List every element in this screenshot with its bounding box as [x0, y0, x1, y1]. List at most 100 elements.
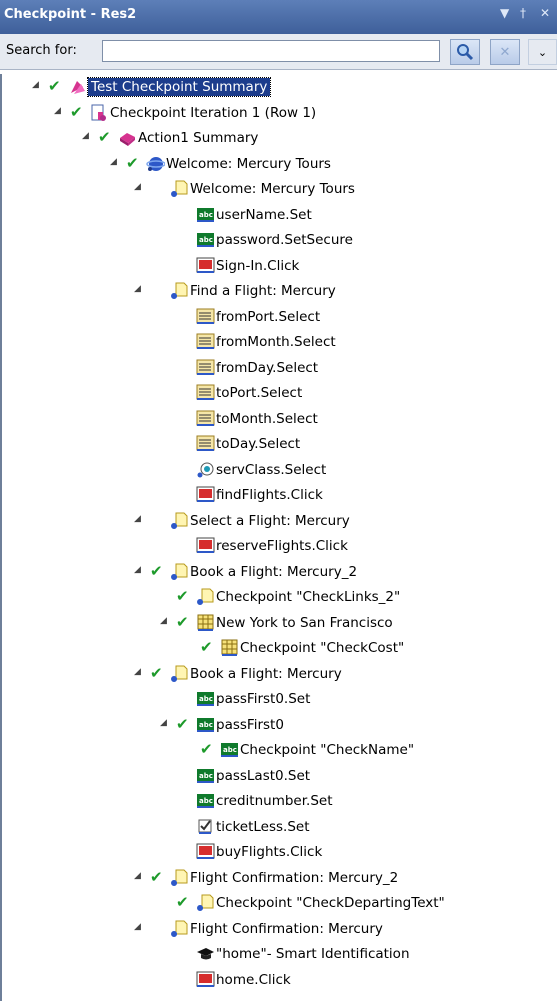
- search-input[interactable]: [102, 40, 440, 62]
- tree-row-label: Checkpoint "CheckLinks_2": [216, 589, 401, 605]
- tree-row-label: Find a Flight: Mercury: [190, 283, 336, 299]
- tree-row[interactable]: reserveFlights.Click: [2, 535, 557, 559]
- tree-row[interactable]: ◢ Find a Flight: Mercury: [2, 280, 557, 304]
- tree-row-label: findFlights.Click: [216, 487, 323, 503]
- tree-row[interactable]: ◢ ✔ Welcome: Mercury Tours: [2, 153, 557, 177]
- search-icon: [457, 44, 474, 61]
- tree-row-label: ticketLess.Set: [216, 818, 310, 835]
- tree-row-label: passFirst0.Set: [216, 691, 311, 707]
- search-options-button[interactable]: ⌄: [528, 39, 557, 65]
- tree-row[interactable]: Sign-In.Click: [2, 255, 557, 279]
- checkbox-icon: [196, 818, 215, 836]
- close-icon[interactable]: ✕: [540, 6, 550, 20]
- svg-text:abc: abc: [199, 695, 213, 703]
- page-icon: [170, 920, 189, 938]
- summary-icon: [68, 78, 87, 96]
- tree-row[interactable]: abc userName.Set: [2, 204, 557, 228]
- tree-row[interactable]: abc passLast0.Set: [2, 765, 557, 789]
- tree-row[interactable]: buyFlights.Click: [2, 841, 557, 865]
- pin-icon[interactable]: †: [520, 6, 526, 20]
- tree-row-label: fromMonth.Select: [216, 334, 336, 350]
- tree-row[interactable]: ◢ ✔ Book a Flight: Mercury_2: [2, 561, 557, 585]
- tree-row[interactable]: ✔ Checkpoint "CheckDepartingText": [2, 892, 557, 916]
- tree-row[interactable]: fromMonth.Select: [2, 331, 557, 355]
- tree-row[interactable]: fromDay.Select: [2, 357, 557, 381]
- tree-row-label: Checkpoint "CheckName": [240, 742, 415, 758]
- list-icon: [196, 333, 215, 351]
- tree-row[interactable]: ◢ ✔ abc passFirst0: [2, 714, 557, 738]
- tree-row[interactable]: ✔ Checkpoint "CheckCost": [2, 637, 557, 661]
- expand-toggle-icon[interactable]: ◢: [32, 80, 42, 90]
- tree-row[interactable]: abc passFirst0.Set: [2, 688, 557, 712]
- tree-row-label: buyFlights.Click: [216, 844, 323, 860]
- svg-text:abc: abc: [199, 236, 213, 244]
- passed-check-icon: ✔: [200, 638, 213, 656]
- chevron-down-icon: ⌄: [537, 45, 548, 59]
- tree-row[interactable]: ◢ Select a Flight: Mercury: [2, 510, 557, 534]
- tree-row-label: Checkpoint Iteration 1 (Row 1): [110, 104, 317, 121]
- tree-row-label: toPort.Select: [216, 385, 303, 401]
- find-button[interactable]: [450, 39, 480, 65]
- tree-row[interactable]: toDay.Select: [2, 433, 557, 457]
- tree-row-label: Welcome: Mercury Tours: [190, 181, 355, 197]
- expand-toggle-icon[interactable]: ◢: [110, 157, 120, 167]
- checkpoint-tree[interactable]: ◢ ✔ Test Checkpoint Summary ◢ ✔ Checkpoint It…: [0, 74, 557, 1001]
- smart-id-icon: [196, 945, 215, 963]
- tree-row[interactable]: ✔ Checkpoint "CheckLinks_2": [2, 586, 557, 610]
- tree-row[interactable]: ◢ ✔ Checkpoint Iteration 1 (Row 1): [2, 102, 557, 126]
- tree-row[interactable]: ◢ ✔ Flight Confirmation: Mercury_2: [2, 867, 557, 891]
- tree-row[interactable]: ✔ abc Checkpoint "CheckName": [2, 739, 557, 763]
- tree-row[interactable]: findFlights.Click: [2, 484, 557, 508]
- expand-toggle-icon[interactable]: ◢: [160, 718, 170, 728]
- tree-row[interactable]: toMonth.Select: [2, 408, 557, 432]
- image-button-icon: [196, 257, 215, 275]
- expand-toggle-icon[interactable]: ◢: [134, 284, 144, 294]
- tree-row[interactable]: ◢ Flight Confirmation: Mercury: [2, 918, 557, 942]
- tree-row-label: toMonth.Select: [216, 410, 318, 427]
- tree-row[interactable]: toPort.Select: [2, 382, 557, 406]
- tree-row-label: Action1 Summary: [138, 130, 259, 146]
- passed-check-icon: ✔: [176, 587, 189, 605]
- expand-toggle-icon[interactable]: ◢: [134, 667, 144, 677]
- tree-row[interactable]: abc creditnumber.Set: [2, 790, 557, 814]
- tree-row[interactable]: home.Click: [2, 969, 557, 993]
- expand-toggle-icon[interactable]: ◢: [160, 616, 170, 626]
- tree-row-label: Sign-In.Click: [216, 257, 300, 274]
- expand-toggle-icon[interactable]: ◢: [134, 565, 144, 575]
- tree-row[interactable]: abc password.SetSecure: [2, 229, 557, 253]
- expand-toggle-icon[interactable]: ◢: [134, 871, 144, 881]
- dropdown-arrow-icon[interactable]: ▼: [500, 6, 509, 20]
- passed-check-icon: ✔: [70, 102, 83, 121]
- tree-row-label: New York to San Francisco: [216, 614, 393, 631]
- edit-field-icon: abc: [196, 792, 215, 810]
- tree-row-label: Book a Flight: Mercury: [190, 665, 342, 682]
- passed-check-icon: ✔: [200, 740, 213, 758]
- clear-search-button[interactable]: ✕: [490, 39, 520, 65]
- expand-toggle-icon[interactable]: ◢: [82, 131, 92, 141]
- tree-row[interactable]: ◢ ✔ Book a Flight: Mercury: [2, 663, 557, 687]
- edit-field-icon: abc: [196, 716, 215, 734]
- search-label: Search for:: [6, 43, 77, 58]
- passed-check-icon: ✔: [176, 612, 189, 631]
- tree-row[interactable]: ◢ ✔ Test Checkpoint Summary: [2, 76, 557, 100]
- tree-row[interactable]: ◢ ✔ Action1 Summary: [2, 127, 557, 151]
- tree-row[interactable]: "home"- Smart Identification: [2, 943, 557, 967]
- expand-toggle-icon[interactable]: ◢: [134, 182, 144, 192]
- tree-row[interactable]: ◢ Welcome: Mercury Tours: [2, 178, 557, 202]
- tree-row[interactable]: servClass.Select: [2, 459, 557, 483]
- expand-toggle-icon[interactable]: ◢: [54, 106, 64, 116]
- tree-row[interactable]: ◢ ✔ New York to San Francisco: [2, 612, 557, 636]
- edit-field-icon: abc: [220, 741, 239, 759]
- radio-group-icon: [196, 461, 215, 479]
- tree-row-label: Test Checkpoint Summary: [86, 77, 272, 97]
- image-button-icon: [196, 971, 215, 989]
- expand-toggle-icon[interactable]: ◢: [134, 514, 144, 524]
- page-icon: [170, 512, 189, 530]
- passed-check-icon: ✔: [176, 893, 189, 911]
- expand-toggle-icon[interactable]: ◢: [134, 922, 144, 932]
- image-button-icon: [196, 537, 215, 555]
- tree-row[interactable]: ticketLess.Set: [2, 816, 557, 840]
- tree-row-label: Checkpoint "CheckDepartingText": [216, 895, 445, 911]
- tree-row[interactable]: fromPort.Select: [2, 306, 557, 330]
- tree-row-label: Select a Flight: Mercury: [190, 512, 350, 529]
